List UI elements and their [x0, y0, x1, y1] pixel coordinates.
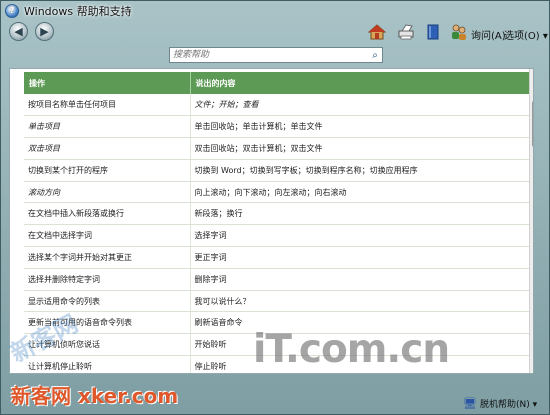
- action-cell: 在文档中选择字词: [24, 224, 191, 248]
- table-row: 显示适用命令的列表 我可以说什么？: [24, 290, 531, 313]
- forward-arrow-icon: ▶: [40, 25, 49, 38]
- back-button[interactable]: ◀: [9, 22, 28, 41]
- options-menu[interactable]: 选项(O) ▾: [504, 27, 548, 42]
- action-cell: 切换到某个打开的程序: [24, 159, 191, 182]
- say-cell: 我可以说什么？: [190, 290, 531, 313]
- say-cell: 删除字词: [190, 268, 531, 291]
- title-bar: ? Windows 帮助和支持: [1, 1, 549, 21]
- scrollbar-thumb[interactable]: [532, 101, 533, 147]
- action-cell: 单击项目: [24, 115, 191, 139]
- search-input[interactable]: [170, 48, 368, 62]
- table-row: 单击项目 单击回收站；单击计算机；单击文件: [24, 115, 531, 139]
- action-cell: 按项目名称单击任何项目: [24, 94, 191, 117]
- action-cell: 选择某个字词并开始对其更正: [24, 246, 191, 269]
- say-cell: 选择字词: [190, 224, 531, 248]
- vertical-scrollbar[interactable]: ▲ ▼: [529, 69, 533, 373]
- say-cell: 更正字词: [190, 246, 531, 269]
- toolbar: ◀ ▶ 询问(A) 选项(O) ▾: [1, 21, 549, 43]
- action-cell: 让计算机停止聆听: [24, 355, 191, 373]
- scroll-down-arrow-icon[interactable]: ▼: [530, 361, 533, 373]
- help-window: ? Windows 帮助和支持 ◀ ▶ 询问(A) 选项(O) ▾ 搜索帮助 ⌕…: [0, 0, 550, 415]
- forward-button[interactable]: ▶: [35, 22, 54, 41]
- table-row: 切换到某个打开的程序 切换到 Word；切换到写字板；切换到程序名称；切换应用程序: [24, 159, 531, 182]
- column-header-say: 说出的内容: [190, 72, 531, 94]
- print-icon[interactable]: [397, 23, 415, 41]
- action-cell: 显示适用命令的列表: [24, 290, 191, 313]
- scroll-up-arrow-icon[interactable]: ▲: [530, 69, 533, 83]
- table-row: 选择并删除特定字词 删除字词: [24, 268, 531, 291]
- say-cell: 新段落；换行: [190, 202, 531, 226]
- action-cell: 双击项目: [24, 137, 191, 160]
- ask-menu[interactable]: 询问(A): [471, 27, 506, 42]
- ask-people-icon[interactable]: [450, 23, 468, 41]
- monitor-icon: 🖥: [463, 397, 477, 410]
- table-row: 在文档中选择字词 选择字词: [24, 224, 531, 248]
- site-watermark: 新客网 xker.com: [11, 384, 179, 408]
- table-row: 按项目名称单击任何项目 文件；开始；查看: [24, 94, 531, 117]
- table-row: 双击项目 双击回收站；双击计算机；双击文件: [24, 137, 531, 160]
- table-row: 滚动方向 向上滚动；向下滚动；向左滚动；向右滚动: [24, 181, 531, 204]
- action-cell: 在文档中插入新段落或换行: [24, 202, 191, 226]
- table-row: 在文档中插入新段落或换行 新段落；换行: [24, 202, 531, 226]
- table-row: 选择某个字词并开始对其更正 更正字词: [24, 246, 531, 269]
- home-icon[interactable]: [368, 23, 386, 41]
- action-cell: 滚动方向: [24, 181, 191, 204]
- action-cell: 选择并删除特定字词: [24, 268, 191, 291]
- say-cell: 单击回收站；单击计算机；单击文件: [190, 115, 531, 139]
- say-cell: 切换到 Word；切换到写字板；切换到程序名称；切换应用程序: [190, 159, 531, 182]
- browse-help-icon[interactable]: [424, 23, 442, 41]
- help-app-icon: ?: [5, 4, 19, 18]
- say-cell: 文件；开始；查看: [190, 94, 531, 117]
- say-cell: 向上滚动；向下滚动；向左滚动；向右滚动: [190, 181, 531, 204]
- offline-help-button[interactable]: 🖥 脱机帮助(N) ▾: [463, 397, 537, 410]
- column-header-action: 操作: [24, 72, 191, 94]
- window-title: Windows 帮助和支持: [24, 5, 132, 18]
- say-cell: 双击回收站；双击计算机；双击文件: [190, 137, 531, 160]
- search-icon[interactable]: ⌕: [368, 48, 382, 62]
- table-header-row: 操作 说出的内容: [24, 72, 531, 94]
- offline-help-label: 脱机帮助(N) ▾: [479, 400, 538, 410]
- brand-watermark: iT.com.cn: [253, 327, 450, 372]
- search-box: ⌕: [169, 47, 383, 63]
- back-arrow-icon: ◀: [14, 25, 23, 38]
